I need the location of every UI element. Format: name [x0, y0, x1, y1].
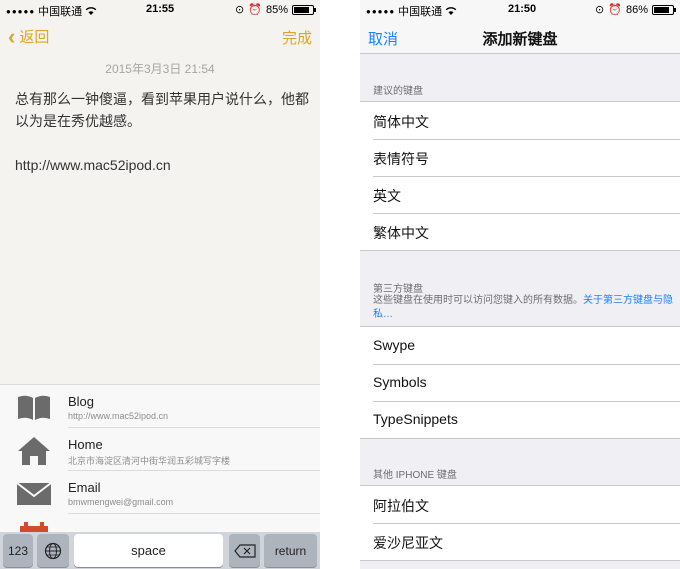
- done-button[interactable]: 完成: [282, 27, 312, 48]
- carrier-label: 中国联通: [398, 6, 443, 18]
- page-title: 添加新键盘: [482, 31, 558, 48]
- keyboard-option[interactable]: 繁体中文: [360, 213, 680, 250]
- home-icon: [18, 437, 50, 465]
- battery-percent: 85%: [265, 3, 288, 16]
- book-icon: [18, 395, 50, 420]
- status-time: 21:50: [508, 3, 537, 15]
- keyboard-option[interactable]: 阿拉伯文: [360, 486, 680, 523]
- notes-screen: ●●●●● 中国联通 21:55 ⊙ ⏰ 85% ‹ 返回 完成 2015年3月…: [0, 0, 320, 569]
- lock-rotation-icon: ⊙: [595, 4, 605, 16]
- chevron-left-icon: ‹: [8, 23, 16, 49]
- keyboard-option[interactable]: 爱沙尼亚文: [360, 523, 680, 560]
- keyboard-option-label: 阿拉伯文: [373, 498, 429, 514]
- add-keyboard-screen: ●●●●● 中国联通 21:50 ⊙ ⏰ 86% 添加新键盘 取消 建议的键盘 …: [360, 0, 680, 569]
- keyboard-option-label: 简体中文: [373, 114, 429, 130]
- backspace-icon: [233, 543, 256, 558]
- suggestion-calendar[interactable]: [0, 514, 320, 532]
- keyboard-option[interactable]: Swype: [360, 327, 680, 364]
- suggestion-list: Blog http://www.mac52ipod.cn Home 北京市海淀区…: [0, 384, 320, 532]
- alarm-icon: ⏰: [248, 4, 262, 16]
- keyboard-option[interactable]: 英文: [360, 176, 680, 213]
- status-time: 21:55: [146, 3, 175, 15]
- notes-nav-bar: ‹ 返回 完成: [0, 20, 320, 50]
- status-bar: ●●●●● 中国联通 21:50 ⊙ ⏰ 86%: [360, 0, 680, 20]
- signal-icon: ●●●●●: [366, 6, 396, 16]
- suggestion-home[interactable]: Home 北京市海淀区清河中街华润五彩城写字楼: [0, 428, 320, 471]
- section-header-suggested: 建议的键盘: [373, 86, 423, 97]
- globe-key[interactable]: [37, 534, 69, 567]
- battery-icon: [652, 4, 676, 15]
- mail-icon: [16, 482, 52, 505]
- keyboard-option-label: 表情符号: [373, 151, 429, 167]
- suggestion-blog[interactable]: Blog http://www.mac52ipod.cn: [0, 385, 320, 428]
- keyboard-option[interactable]: TypeSnippets: [360, 401, 680, 438]
- calendar-icon: [20, 522, 48, 532]
- keyboard-option-label: Swype: [373, 337, 416, 353]
- cancel-button[interactable]: 取消: [368, 28, 398, 49]
- section-header-other: 其他 IPHONE 键盘: [373, 470, 457, 481]
- third-party-note-text: 这些键盘在使用时可以访问您键入的所有数据。: [373, 295, 583, 306]
- back-button[interactable]: ‹ 返回: [8, 23, 50, 49]
- suggestion-title: Email: [68, 480, 101, 495]
- wifi-icon: [445, 7, 457, 15]
- suggestion-email[interactable]: Email bmwmengwei@gmail.com: [0, 471, 320, 514]
- keyboard-option-label: 英文: [373, 188, 401, 204]
- panel-gap: [320, 0, 360, 569]
- status-bar: ●●●●● 中国联通 21:55 ⊙ ⏰ 85%: [0, 0, 320, 20]
- keyboard-option[interactable]: 表情符号: [360, 139, 680, 176]
- third-party-keyboards-group: Swype Symbols TypeSnippets: [360, 326, 680, 439]
- suggested-keyboards-group: 简体中文 表情符号 英文 繁体中文: [360, 101, 680, 251]
- keyboard-option-label: TypeSnippets: [373, 411, 458, 427]
- other-keyboards-group: 阿拉伯文 爱沙尼亚文: [360, 485, 680, 561]
- keyboard-option-label: 爱沙尼亚文: [373, 535, 443, 551]
- signal-icon: ●●●●●: [6, 6, 36, 16]
- keyboard-option-label: Symbols: [373, 374, 427, 390]
- back-label: 返回: [19, 29, 50, 46]
- settings-nav-bar: 添加新键盘 取消: [360, 20, 680, 54]
- keyboard-option-label: 繁体中文: [373, 225, 429, 241]
- return-key[interactable]: return: [264, 534, 317, 567]
- note-text: 总有那么一钟傻逼，看到苹果用户说什么，他都以为是在秀优越感。: [15, 91, 309, 129]
- delete-key[interactable]: [229, 534, 260, 567]
- globe-icon: [44, 542, 62, 559]
- wifi-icon: [85, 7, 97, 15]
- keyboard-option[interactable]: 简体中文: [360, 102, 680, 139]
- battery-percent: 86%: [625, 3, 648, 16]
- note-url[interactable]: http://www.mac52ipod.cn: [15, 154, 310, 176]
- keyboard-option[interactable]: Symbols: [360, 364, 680, 401]
- suggestion-subtitle: 北京市海淀区清河中街华润五彩城写字楼: [68, 456, 231, 466]
- numbers-key[interactable]: 123: [3, 534, 33, 567]
- alarm-icon: ⏰: [608, 4, 622, 16]
- suggestion-title: Blog: [68, 394, 95, 409]
- space-key[interactable]: space: [74, 534, 223, 567]
- keyboard-bottom-row: 123 space return: [0, 532, 320, 569]
- section-header-third-party: 第三方键盘: [373, 284, 423, 295]
- suggestion-subtitle: bmwmengwei@gmail.com: [68, 497, 174, 507]
- suggestion-subtitle: http://www.mac52ipod.cn: [68, 411, 169, 421]
- carrier-label: 中国联通: [38, 6, 83, 18]
- note-date: 2015年3月3日 21:54: [105, 62, 215, 76]
- suggestion-title: Home: [68, 437, 103, 452]
- battery-icon: [292, 4, 316, 15]
- note-editor[interactable]: 总有那么一钟傻逼，看到苹果用户说什么，他都以为是在秀优越感。 http://ww…: [15, 88, 310, 198]
- third-party-note: 这些键盘在使用时可以访问您键入的所有数据。关于第三方键盘与隐私…: [373, 294, 673, 322]
- lock-rotation-icon: ⊙: [235, 4, 245, 16]
